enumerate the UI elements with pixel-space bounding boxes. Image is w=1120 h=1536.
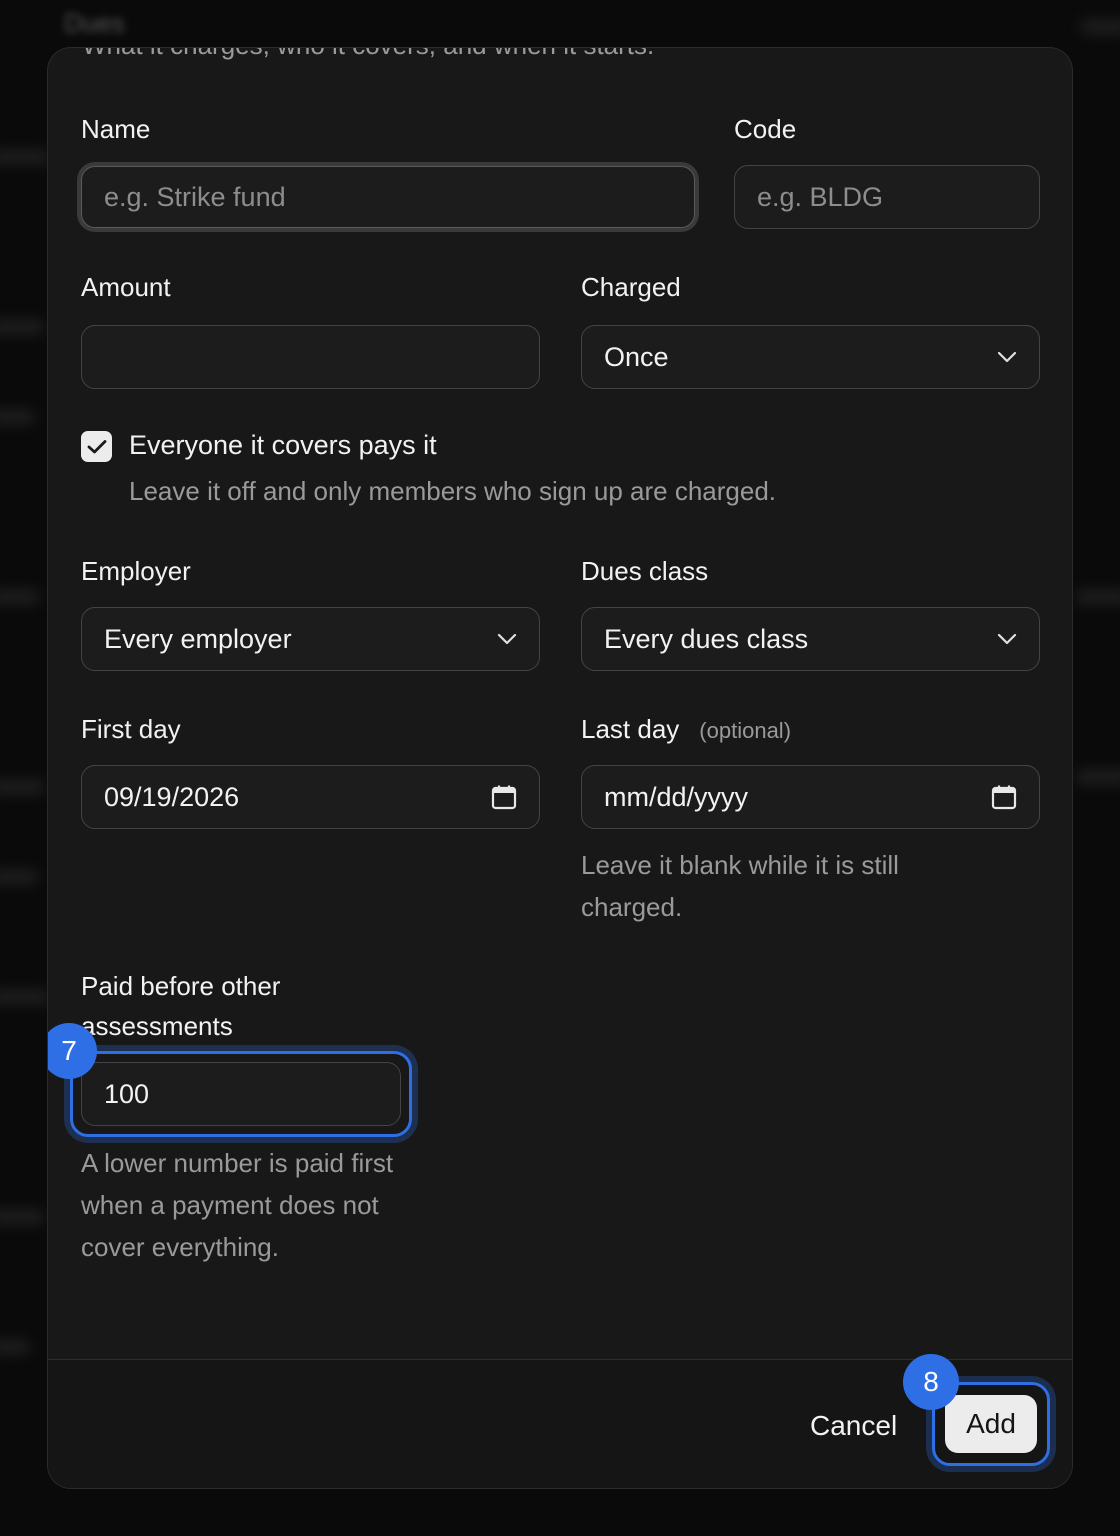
employer-label: Employer (81, 556, 191, 586)
dues-class-label: Dues class (581, 556, 709, 586)
first-day-value: 09/19/2026 (104, 781, 240, 812)
background-page-title: Dues (64, 8, 125, 38)
amount-input[interactable] (81, 325, 540, 389)
charged-selected-value: Once (604, 341, 669, 372)
code-input[interactable] (734, 165, 1040, 229)
everyone-pays-help: Leave it off and only members who sign u… (129, 476, 777, 506)
last-day-label-text: Last day (581, 714, 680, 744)
priority-help: A lower number is paid first when a paym… (81, 1148, 394, 1262)
add-assessment-dialog: What it charges, who it covers, and when… (47, 47, 1073, 1489)
everyone-pays-checkbox[interactable] (81, 431, 112, 462)
chevron-down-icon (997, 633, 1017, 645)
charged-label: Charged (581, 272, 681, 302)
charged-select[interactable]: Once (581, 325, 1040, 389)
last-day-help: Leave it blank while it is still charged… (581, 850, 899, 922)
calendar-icon[interactable] (991, 784, 1017, 810)
priority-input[interactable] (81, 1062, 401, 1126)
code-label: Code (734, 114, 797, 144)
optional-tag: (optional) (699, 718, 792, 743)
priority-label: Paid before other assessments (81, 971, 281, 1041)
last-day-date-input[interactable]: mm/dd/yyyy (581, 765, 1040, 829)
chevron-down-icon (497, 633, 517, 645)
name-input[interactable] (81, 166, 695, 228)
annotation-badge-8: 8 (903, 1354, 959, 1410)
add-button[interactable]: Add (945, 1395, 1037, 1453)
last-day-value: mm/dd/yyyy (604, 781, 749, 812)
employer-select[interactable]: Every employer (81, 607, 540, 671)
chevron-down-icon (997, 351, 1017, 363)
employer-selected-value: Every employer (104, 623, 292, 654)
everyone-pays-label[interactable]: Everyone it covers pays it (129, 430, 437, 461)
checkmark-icon (87, 439, 106, 453)
calendar-icon[interactable] (491, 784, 517, 810)
name-label: Name (81, 114, 151, 144)
cancel-button[interactable]: Cancel (798, 1400, 909, 1452)
dialog-subtitle: What it charges, who it covers, and when… (82, 48, 654, 61)
dues-class-selected-value: Every dues class (604, 623, 809, 654)
amount-label: Amount (81, 272, 171, 302)
first-day-label: First day (81, 714, 181, 744)
dues-class-select[interactable]: Every dues class (581, 607, 1040, 671)
last-day-label: Last day (optional) (581, 714, 791, 745)
first-day-date-input[interactable]: 09/19/2026 (81, 765, 540, 829)
dialog-footer: Cancel Add 8 (48, 1354, 1072, 1488)
